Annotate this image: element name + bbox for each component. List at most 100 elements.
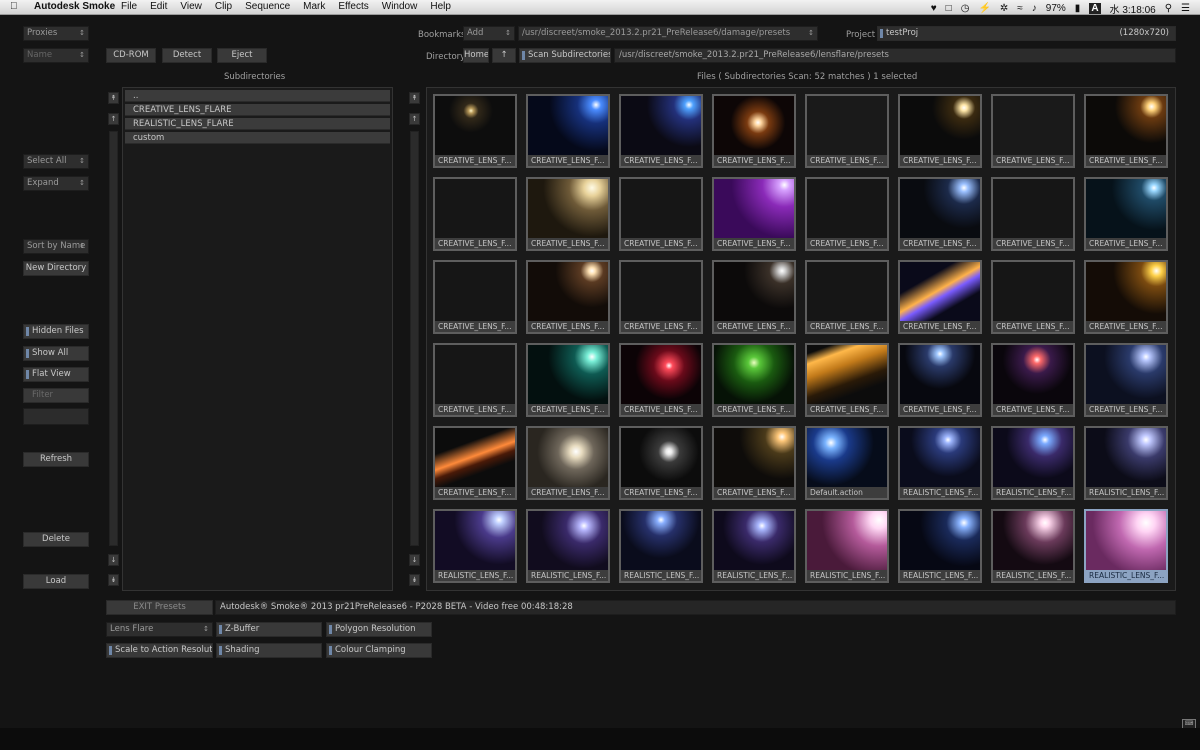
file-thumbnail[interactable]: CREATIVE_LENS_F... xyxy=(991,94,1075,168)
wifi-icon[interactable]: ≈ xyxy=(1017,3,1023,14)
name-dropdown[interactable]: Name ↕ xyxy=(23,48,89,63)
file-thumbnail[interactable]: CREATIVE_LENS_F... xyxy=(1084,177,1168,251)
shading-toggle[interactable]: Shading xyxy=(216,643,322,658)
subdirectory-item[interactable]: CREATIVE_LENS_FLARE xyxy=(125,104,390,116)
file-thumbnail[interactable]: REALISTIC_LENS_F... xyxy=(712,509,796,583)
apple-icon[interactable]:  xyxy=(10,1,18,12)
display-icon[interactable]: □ xyxy=(946,3,952,14)
detect-button[interactable]: Detect xyxy=(162,48,212,63)
file-thumbnail[interactable]: CREATIVE_LENS_F... xyxy=(1084,343,1168,417)
bolt-icon[interactable]: ⚡ xyxy=(978,3,990,14)
scroll-up-icon[interactable]: ↑ xyxy=(108,113,119,125)
scroll-bottom-icon[interactable]: ↡ xyxy=(108,574,119,586)
file-thumbnail[interactable]: CREATIVE_LENS_F... xyxy=(1084,94,1168,168)
file-thumbnail[interactable]: CREATIVE_LENS_F... xyxy=(526,343,610,417)
heart-icon[interactable]: ♥ xyxy=(931,3,937,14)
proxies-dropdown[interactable]: Proxies ↕ xyxy=(23,26,89,41)
file-thumbnail[interactable]: CREATIVE_LENS_F... xyxy=(619,177,703,251)
menu-edit[interactable]: Edit xyxy=(150,1,167,12)
file-thumbnail[interactable]: CREATIVE_LENS_F... xyxy=(898,260,982,334)
file-thumbnail[interactable]: CREATIVE_LENS_F... xyxy=(805,94,889,168)
file-thumbnail[interactable]: CREATIVE_LENS_F... xyxy=(898,343,982,417)
input-mode[interactable]: A xyxy=(1089,3,1101,14)
file-thumbnail[interactable]: CREATIVE_LENS_F... xyxy=(619,260,703,334)
cdrom-button[interactable]: CD-ROM xyxy=(106,48,156,63)
clock-icon[interactable]: ◷ xyxy=(961,3,970,14)
file-thumbnail[interactable]: CREATIVE_LENS_F... xyxy=(433,260,517,334)
select-all-dropdown[interactable]: Select All ↕ xyxy=(23,154,89,169)
colour-clamping-toggle[interactable]: Colour Clamping xyxy=(326,643,432,658)
exit-presets-button[interactable]: EXIT Presets xyxy=(106,600,213,615)
subdirectory-item[interactable]: REALISTIC_LENS_FLARE xyxy=(125,118,390,130)
file-thumbnail[interactable]: CREATIVE_LENS_F... xyxy=(433,343,517,417)
file-thumbnail[interactable]: CREATIVE_LENS_F... xyxy=(991,260,1075,334)
scale-to-action-toggle[interactable]: Scale to Action Resolution xyxy=(106,643,213,658)
file-thumbnail[interactable]: Default.action xyxy=(805,426,889,500)
file-thumbnail[interactable]: CREATIVE_LENS_F... xyxy=(805,343,889,417)
file-thumbnail[interactable]: CREATIVE_LENS_F... xyxy=(433,426,517,500)
file-thumbnail[interactable]: CREATIVE_LENS_F... xyxy=(526,94,610,168)
bookmarks-dropdown[interactable]: Add ↕ xyxy=(463,26,515,41)
z-buffer-toggle[interactable]: Z-Buffer xyxy=(216,622,322,637)
list-icon[interactable]: ☰ xyxy=(1181,3,1190,14)
scroll-top-icon[interactable]: ↟ xyxy=(108,92,119,104)
menu-file[interactable]: File xyxy=(121,1,137,12)
file-thumbnail[interactable]: CREATIVE_LENS_F... xyxy=(619,343,703,417)
file-thumbnail[interactable]: REALISTIC_LENS_F... xyxy=(433,509,517,583)
file-thumbnail[interactable]: CREATIVE_LENS_F... xyxy=(526,260,610,334)
file-thumbnail[interactable]: CREATIVE_LENS_F... xyxy=(712,260,796,334)
file-thumbnail[interactable]: REALISTIC_LENS_F... xyxy=(805,509,889,583)
menubar-clock[interactable]: 水 3:18:06 xyxy=(1110,1,1156,16)
sort-dropdown[interactable]: Sort by Name ↕ xyxy=(23,239,89,254)
subdirectory-item[interactable]: custom xyxy=(125,132,390,144)
file-thumbnail[interactable]: CREATIVE_LENS_F... xyxy=(805,260,889,334)
expand-dropdown[interactable]: Expand ↕ xyxy=(23,176,89,191)
eject-button[interactable]: Eject xyxy=(217,48,267,63)
file-thumbnail[interactable]: CREATIVE_LENS_F... xyxy=(1084,260,1168,334)
volume-icon[interactable]: ♪ xyxy=(1032,3,1037,14)
file-thumbnail[interactable]: CREATIVE_LENS_F... xyxy=(526,426,610,500)
file-thumbnail[interactable]: REALISTIC_LENS_F... xyxy=(526,509,610,583)
home-button[interactable]: Home xyxy=(463,48,489,63)
menu-effects[interactable]: Effects xyxy=(338,1,368,12)
battery-icon[interactable]: ▮ xyxy=(1075,3,1081,14)
filter-button[interactable]: Filter xyxy=(23,388,89,403)
file-thumbnail[interactable]: CREATIVE_LENS_F... xyxy=(991,177,1075,251)
files-scroll-bottom-icon[interactable]: ↡ xyxy=(409,574,420,586)
file-thumbnail[interactable]: REALISTIC_LENS_F... xyxy=(1084,426,1168,500)
bluetooth-icon[interactable]: ✲ xyxy=(1000,3,1008,14)
file-thumbnail[interactable]: CREATIVE_LENS_F... xyxy=(619,426,703,500)
menu-mark[interactable]: Mark xyxy=(303,1,325,12)
file-thumbnail[interactable]: REALISTIC_LENS_F... xyxy=(619,509,703,583)
delete-button[interactable]: Delete xyxy=(23,532,89,547)
file-thumbnail[interactable]: CREATIVE_LENS_F... xyxy=(433,177,517,251)
project-field[interactable]: testProj (1280x720) xyxy=(877,26,1176,41)
search-icon[interactable]: ⚲ xyxy=(1165,3,1172,14)
menu-help[interactable]: Help xyxy=(430,1,451,12)
new-directory-button[interactable]: New Directory xyxy=(23,261,89,276)
file-thumbnail[interactable]: REALISTIC_LENS_F... xyxy=(991,426,1075,500)
file-thumbnail[interactable]: REALISTIC_LENS_F... xyxy=(991,509,1075,583)
flat-view-toggle[interactable]: Flat View xyxy=(23,367,89,382)
file-thumbnail[interactable]: REALISTIC_LENS_F... xyxy=(898,426,982,500)
app-menu[interactable]: Autodesk Smoke xyxy=(34,1,115,12)
files-scroll-up-icon[interactable]: ↑ xyxy=(409,113,420,125)
load-button[interactable]: Load xyxy=(23,574,89,589)
file-thumbnail[interactable]: CREATIVE_LENS_F... xyxy=(712,94,796,168)
scroll-down-icon[interactable]: ↓ xyxy=(108,554,119,566)
battery-percent[interactable]: 97% xyxy=(1046,3,1066,14)
bookmark-path-dropdown[interactable]: /usr/discreet/smoke_2013.2.pr21_PreRelea… xyxy=(518,26,818,41)
subdirs-scroll-track[interactable] xyxy=(109,131,118,546)
file-thumbnail[interactable]: CREATIVE_LENS_F... xyxy=(712,426,796,500)
file-thumbnail[interactable]: CREATIVE_LENS_F... xyxy=(526,177,610,251)
show-all-toggle[interactable]: Show All xyxy=(23,346,89,361)
scan-subdirectories-toggle[interactable]: Scan Subdirectories xyxy=(519,48,611,63)
file-thumbnail[interactable]: CREATIVE_LENS_F... xyxy=(898,94,982,168)
file-thumbnail[interactable]: CREATIVE_LENS_F... xyxy=(898,177,982,251)
menu-view[interactable]: View xyxy=(180,1,202,12)
hidden-files-toggle[interactable]: Hidden Files xyxy=(23,324,89,339)
directory-path-field[interactable]: /usr/discreet/smoke_2013.2.pr21_PreRelea… xyxy=(614,48,1176,63)
files-scroll-down-icon[interactable]: ↓ xyxy=(409,554,420,566)
files-scroll-top-icon[interactable]: ↟ xyxy=(409,92,420,104)
file-thumbnail[interactable]: CREATIVE_LENS_F... xyxy=(433,94,517,168)
